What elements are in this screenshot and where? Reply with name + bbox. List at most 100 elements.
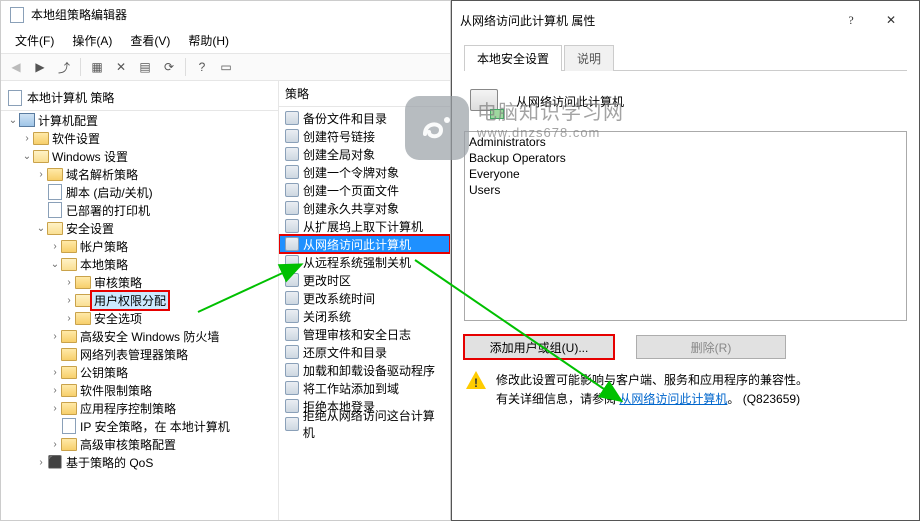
expand-icon[interactable]: › bbox=[49, 331, 61, 342]
dialog-titlebar[interactable]: 从网络访问此计算机 属性 ? ✕ bbox=[452, 1, 919, 39]
window-titlebar: 本地组策略编辑器 bbox=[1, 1, 450, 28]
show-hide-button[interactable]: ▦ bbox=[86, 56, 108, 78]
expand-icon[interactable]: › bbox=[35, 457, 47, 468]
policy-item[interactable]: 创建永久共享对象 bbox=[279, 199, 450, 217]
dialog-heading: 从网络访问此计算机 bbox=[516, 93, 624, 110]
tree-software-settings[interactable]: 软件设置 bbox=[49, 129, 103, 148]
tree-public-key[interactable]: 公钥策略 bbox=[77, 363, 131, 382]
tree-root[interactable]: 本地计算机 策略 bbox=[1, 85, 278, 111]
tree-computer-config[interactable]: 计算机配置 bbox=[35, 111, 101, 130]
tree-scripts[interactable]: 脚本 (启动/关机) bbox=[63, 183, 156, 202]
expand-icon[interactable]: › bbox=[49, 403, 61, 414]
policy-icon bbox=[285, 147, 299, 161]
menu-file[interactable]: 文件(F) bbox=[7, 30, 62, 51]
policy-list-pane[interactable]: 策略 备份文件和目录创建符号链接创建全局对象创建一个令牌对象创建一个页面文件创建… bbox=[279, 81, 450, 520]
tree-name-res[interactable]: 域名解析策略 bbox=[63, 165, 141, 184]
policy-item[interactable]: 创建一个页面文件 bbox=[279, 181, 450, 199]
policy-item[interactable]: 创建一个令牌对象 bbox=[279, 163, 450, 181]
tree-security-options[interactable]: 安全选项 bbox=[91, 309, 145, 328]
policy-item[interactable]: 加载和卸载设备驱动程序 bbox=[279, 361, 450, 379]
help-button[interactable]: ? bbox=[831, 7, 871, 33]
policy-icon bbox=[285, 417, 299, 431]
policy-item[interactable]: 从远程系统强制关机 bbox=[279, 253, 450, 271]
member-item[interactable]: Everyone bbox=[469, 166, 902, 182]
policy-label: 创建一个令牌对象 bbox=[303, 164, 399, 181]
policy-item[interactable]: 创建全局对象 bbox=[279, 145, 450, 163]
warning-line2a: 有关详细信息，请参阅 bbox=[496, 392, 616, 406]
tree-security[interactable]: 安全设置 bbox=[63, 219, 117, 238]
tree-adv-audit[interactable]: 高级审核策略配置 bbox=[77, 435, 179, 454]
close-button[interactable]: ✕ bbox=[871, 7, 911, 33]
expand-icon[interactable]: › bbox=[21, 133, 33, 144]
refresh-button[interactable]: ⟳ bbox=[158, 56, 180, 78]
policy-item[interactable]: 更改时区 bbox=[279, 271, 450, 289]
warning-link[interactable]: 从网络访问此计算机 bbox=[619, 392, 727, 406]
tree-local-policies[interactable]: 本地策略 bbox=[77, 255, 131, 274]
tab-local-security[interactable]: 本地安全设置 bbox=[464, 45, 562, 71]
tree-qos[interactable]: 基于策略的 QoS bbox=[63, 453, 156, 472]
delete-button[interactable]: ✕ bbox=[110, 56, 132, 78]
member-item[interactable]: Administrators bbox=[469, 134, 902, 150]
expand-icon[interactable]: › bbox=[35, 169, 47, 180]
up-button[interactable]: ⤴ bbox=[53, 56, 75, 78]
expand-icon[interactable]: ⌄ bbox=[35, 223, 47, 234]
policy-item[interactable]: 从扩展坞上取下计算机 bbox=[279, 217, 450, 235]
ipsec-icon bbox=[61, 418, 77, 434]
forward-button[interactable]: ▶ bbox=[29, 56, 51, 78]
tree-pane[interactable]: 本地计算机 策略 ⌄ 计算机配置 › 软件设置 ⌄ Windows 设置 › 域名解析策… bbox=[1, 81, 279, 520]
folder-icon bbox=[61, 328, 77, 344]
tree-user-rights[interactable]: 用户权限分配 bbox=[91, 291, 169, 310]
menu-view[interactable]: 查看(V) bbox=[122, 30, 178, 51]
policy-label: 关闭系统 bbox=[303, 308, 351, 325]
tree-nlm[interactable]: 网络列表管理器策略 bbox=[77, 345, 191, 364]
policy-item[interactable]: 拒绝从网络访问这台计算机 bbox=[279, 415, 450, 433]
tree-advanced-fw[interactable]: 高级安全 Windows 防火墙 bbox=[77, 327, 222, 346]
policy-item[interactable]: 关闭系统 bbox=[279, 307, 450, 325]
help-button[interactable]: ? bbox=[191, 56, 213, 78]
expand-icon[interactable]: › bbox=[49, 439, 61, 450]
properties-dialog: 从网络访问此计算机 属性 ? ✕ 本地安全设置 说明 从网络访问此计算机 Adm… bbox=[451, 0, 920, 521]
tree-account-policies[interactable]: 帐户策略 bbox=[77, 237, 131, 256]
policy-item[interactable]: 还原文件和目录 bbox=[279, 343, 450, 361]
member-item[interactable]: Users bbox=[469, 182, 902, 198]
tab-explain[interactable]: 说明 bbox=[564, 45, 614, 71]
tree-audit-policy[interactable]: 审核策略 bbox=[91, 273, 145, 292]
policy-item[interactable]: 创建符号链接 bbox=[279, 127, 450, 145]
policy-item[interactable]: 将工作站添加到域 bbox=[279, 379, 450, 397]
policy-item[interactable]: 备份文件和目录 bbox=[279, 109, 450, 127]
filter-button[interactable]: ▭ bbox=[215, 56, 237, 78]
expand-icon[interactable]: › bbox=[49, 367, 61, 378]
tree-printers[interactable]: 已部署的打印机 bbox=[63, 201, 153, 220]
policy-item[interactable]: 管理审核和安全日志 bbox=[279, 325, 450, 343]
window-title: 本地组策略编辑器 bbox=[31, 6, 127, 23]
add-user-button[interactable]: 添加用户或组(U)... bbox=[464, 335, 614, 359]
expand-icon[interactable]: › bbox=[63, 295, 75, 306]
menu-help[interactable]: 帮助(H) bbox=[180, 30, 237, 51]
policy-item[interactable]: 更改系统时间 bbox=[279, 289, 450, 307]
tree-app-control[interactable]: 应用程序控制策略 bbox=[77, 399, 179, 418]
dialog-header: 从网络访问此计算机 bbox=[464, 71, 907, 131]
expand-icon[interactable]: ⌄ bbox=[49, 259, 61, 270]
properties-button[interactable]: ▤ bbox=[134, 56, 156, 78]
back-button: ◀ bbox=[5, 56, 27, 78]
list-header[interactable]: 策略 bbox=[279, 81, 450, 107]
expand-icon[interactable]: › bbox=[63, 277, 75, 288]
members-listbox[interactable]: AdministratorsBackup OperatorsEveryoneUs… bbox=[464, 131, 907, 321]
tree-windows-settings[interactable]: Windows 设置 bbox=[49, 147, 131, 166]
expand-icon[interactable]: › bbox=[49, 385, 61, 396]
expand-icon[interactable]: › bbox=[49, 241, 61, 252]
tree-soft-restrict[interactable]: 软件限制策略 bbox=[77, 381, 155, 400]
member-item[interactable]: Backup Operators bbox=[469, 150, 902, 166]
policy-item[interactable]: 从网络访问此计算机 bbox=[279, 235, 450, 253]
policy-label: 创建永久共享对象 bbox=[303, 200, 399, 217]
expand-icon[interactable]: ⌄ bbox=[7, 115, 19, 126]
menu-bar[interactable]: 文件(F) 操作(A) 查看(V) 帮助(H) bbox=[1, 28, 450, 53]
expand-icon[interactable]: ⌄ bbox=[21, 151, 33, 162]
menu-action[interactable]: 操作(A) bbox=[64, 30, 120, 51]
policy-icon bbox=[285, 327, 299, 341]
folder-icon bbox=[75, 292, 91, 308]
policy-label: 拒绝从网络访问这台计算机 bbox=[303, 407, 444, 441]
tree-ipsec[interactable]: IP 安全策略，在 本地计算机 bbox=[77, 417, 233, 436]
expand-icon[interactable]: › bbox=[63, 313, 75, 324]
folder-icon bbox=[61, 400, 77, 416]
